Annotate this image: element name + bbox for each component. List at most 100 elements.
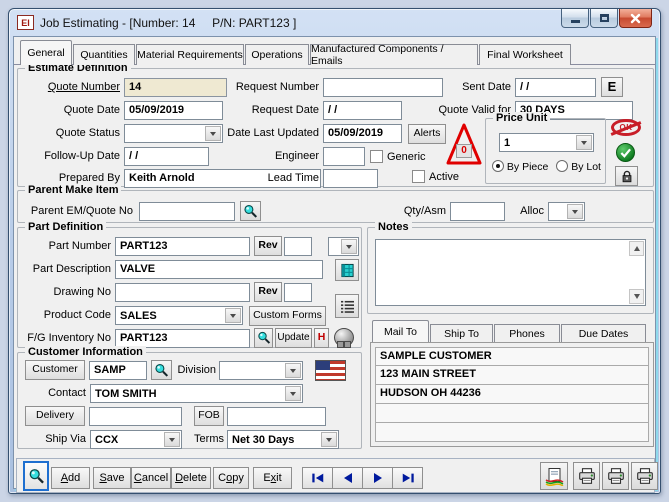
customer-information-title: Customer Information (25, 346, 146, 358)
last-record-button[interactable] (392, 467, 423, 489)
exit-button[interactable]: Exit (253, 467, 292, 489)
quote-status-combo[interactable] (124, 124, 223, 143)
chevron-down-icon[interactable] (285, 363, 301, 378)
tab-due-dates[interactable]: Due Dates (561, 324, 646, 342)
close-button[interactable] (619, 9, 652, 28)
price-unit-combo[interactable]: 1 (499, 133, 594, 152)
e-button[interactable]: E (601, 77, 623, 97)
chevron-down-icon[interactable] (567, 204, 583, 219)
globe-icon[interactable] (334, 328, 354, 348)
chevron-down-icon[interactable] (285, 386, 301, 401)
tab-mail-to[interactable]: Mail To (372, 320, 429, 342)
chevron-down-icon[interactable] (225, 308, 241, 323)
tab-general[interactable]: General (20, 40, 72, 65)
part-description-field[interactable]: VALVE (115, 260, 323, 279)
save-button[interactable]: Save (93, 467, 131, 489)
sent-date-field[interactable]: / / (515, 78, 596, 97)
drawing-rev-button[interactable]: Rev (254, 282, 282, 302)
report-button[interactable] (540, 462, 568, 490)
lead-time-field[interactable] (323, 169, 378, 188)
print-button-2[interactable] (602, 462, 629, 490)
part-rev-field[interactable] (284, 237, 312, 256)
tab-operations[interactable]: Operations (245, 44, 309, 65)
list-button[interactable] (335, 294, 359, 318)
custom-forms-button[interactable]: Custom Forms (249, 306, 326, 326)
product-code-combo[interactable]: SALES (115, 306, 243, 325)
scroll-up-icon[interactable] (629, 241, 644, 256)
customer-search-button[interactable] (151, 360, 172, 380)
date-last-updated-field[interactable]: 05/09/2019 (323, 124, 402, 143)
ship-via-combo[interactable]: CCX (90, 430, 182, 449)
generic-checkbox[interactable] (370, 150, 383, 163)
part-number-label: Part Number (48, 240, 111, 252)
tab-ship-to[interactable]: Ship To (430, 324, 493, 342)
copy-button[interactable]: Copy (213, 467, 249, 489)
quote-date-field[interactable]: 05/09/2019 (124, 101, 223, 120)
search-records-button[interactable] (23, 461, 49, 491)
fob-field[interactable] (227, 407, 326, 426)
by-piece-radio[interactable] (492, 160, 504, 172)
delivery-button[interactable]: Delivery (25, 406, 85, 426)
tab-manufactured-components-emails[interactable]: Manufactured Components / Emails (310, 43, 478, 67)
chevron-down-icon[interactable] (321, 432, 337, 447)
tab-final-worksheet[interactable]: Final Worksheet (479, 44, 571, 65)
mail-address-line[interactable]: HUDSON OH 44236 (375, 385, 649, 404)
not-ok-stamp-icon[interactable]: OK (611, 119, 641, 136)
follow-up-date-field[interactable]: / / (124, 147, 209, 166)
fob-button[interactable]: FOB (194, 406, 224, 426)
active-checkbox[interactable] (412, 170, 425, 183)
tab-phones[interactable]: Phones (494, 324, 560, 342)
previous-record-button[interactable] (332, 467, 363, 489)
update-button[interactable]: Update (275, 328, 312, 348)
notes-textarea[interactable] (375, 239, 646, 306)
delivery-field[interactable] (89, 407, 182, 426)
description-notes-button[interactable] (335, 259, 359, 281)
lock-icon (622, 170, 631, 182)
quote-number-label[interactable]: Quote Number (18, 78, 120, 97)
contact-combo[interactable]: TOM SMITH (90, 384, 303, 403)
delete-button[interactable]: Delete (171, 467, 211, 489)
alerts-button[interactable]: Alerts (408, 124, 446, 144)
chevron-down-icon[interactable] (341, 239, 357, 254)
alloc-combo[interactable] (548, 202, 585, 221)
tab-material-requirements[interactable]: Material Requirements (136, 44, 244, 65)
tab-quantities[interactable]: Quantities (73, 44, 135, 65)
customer-button[interactable]: Customer (25, 360, 85, 380)
mail-address-line[interactable] (375, 404, 649, 423)
add-button[interactable]: Add (51, 467, 90, 489)
by-piece-label: By Piece (506, 161, 549, 173)
print-button-3[interactable] (631, 462, 658, 490)
mail-address-line[interactable]: 123 MAIN STREET (375, 366, 649, 385)
part-number-field[interactable]: PART123 (115, 237, 250, 256)
first-record-button[interactable] (302, 467, 333, 489)
alert-count-badge[interactable]: 0 (456, 144, 472, 158)
chevron-down-icon[interactable] (576, 135, 592, 150)
part-rev-button[interactable]: Rev (254, 236, 282, 256)
drawing-rev-field[interactable] (284, 283, 312, 302)
qty-asm-field[interactable] (450, 202, 505, 221)
engineer-field[interactable] (323, 147, 365, 166)
parent-em-quote-field[interactable] (139, 202, 235, 221)
request-date-field[interactable]: / / (323, 101, 402, 120)
quote-number-field[interactable]: 14 (124, 78, 227, 97)
cancel-button[interactable]: Cancel (131, 467, 171, 489)
by-lot-radio[interactable] (556, 160, 569, 172)
division-combo[interactable] (219, 361, 303, 380)
fg-search-button[interactable] (254, 328, 273, 348)
mail-address-line[interactable] (375, 423, 649, 442)
scroll-down-icon[interactable] (629, 289, 644, 304)
mail-address-line[interactable]: SAMPLE CUSTOMER (375, 347, 649, 366)
parent-search-button[interactable] (240, 201, 261, 221)
print-button-1[interactable] (573, 462, 600, 490)
h-button[interactable]: H (314, 328, 329, 348)
terms-combo[interactable]: Net 30 Days (227, 430, 339, 449)
maximize-button[interactable] (590, 9, 618, 28)
lock-button[interactable] (615, 166, 638, 186)
customer-code-field[interactable]: SAMP (89, 361, 147, 380)
approve-check-icon[interactable] (616, 143, 635, 162)
minimize-button[interactable] (561, 9, 589, 28)
drawing-no-field[interactable] (115, 283, 250, 302)
part-rev-combo[interactable] (328, 237, 359, 256)
next-record-button[interactable] (362, 467, 393, 489)
chevron-down-icon[interactable] (164, 432, 180, 447)
